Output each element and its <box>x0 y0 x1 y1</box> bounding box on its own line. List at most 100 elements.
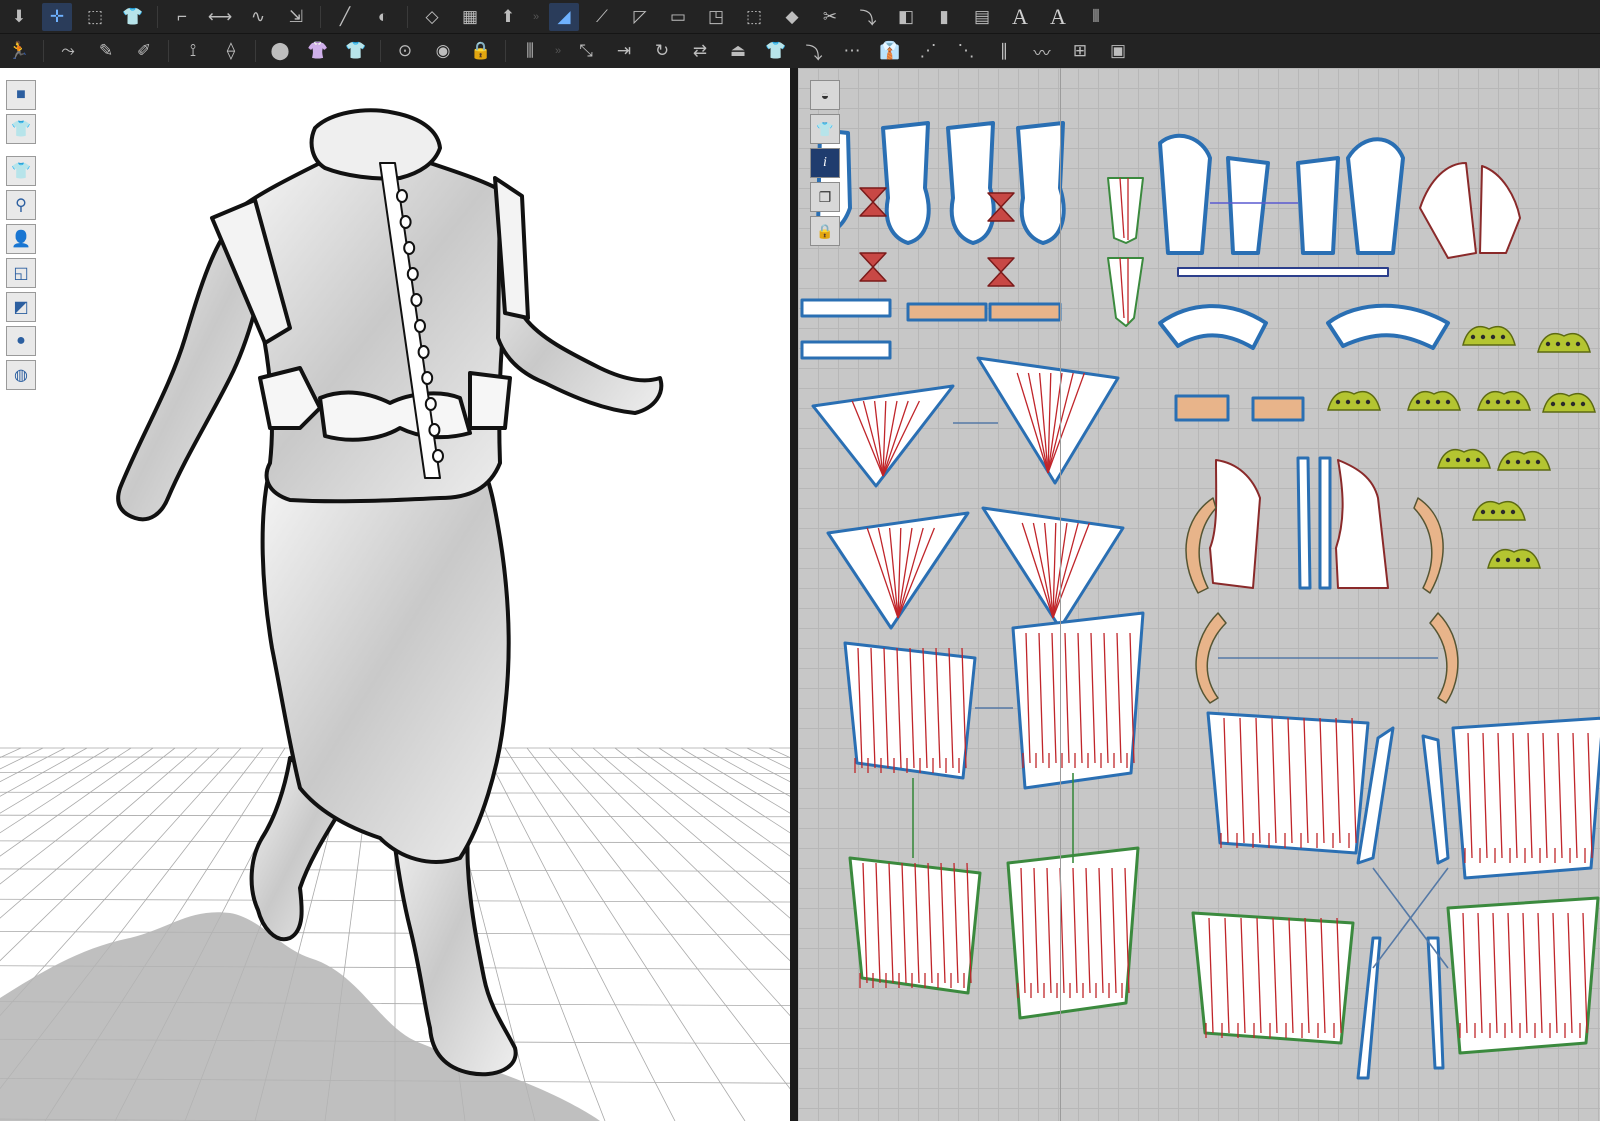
iron-icon[interactable]: ⏏ <box>723 37 753 65</box>
frog-closure-piece[interactable] <box>1537 332 1591 353</box>
placket-piece[interactable] <box>1296 456 1312 590</box>
shape-icon[interactable]: ◩ <box>6 292 36 322</box>
node-edit-icon[interactable]: ⟋ <box>587 3 617 31</box>
cut-icon[interactable]: ✂ <box>815 3 845 31</box>
sleeve-cap-piece[interactable] <box>1413 497 1444 594</box>
zipper-icon[interactable]: ⫼ <box>515 37 545 65</box>
button-tool-icon[interactable]: ⬤ <box>265 37 295 65</box>
shirt-4-icon[interactable]: 👔 <box>875 37 905 65</box>
tack-icon[interactable]: ⟟ <box>178 37 208 65</box>
frog-closure-piece[interactable] <box>1437 448 1491 469</box>
frog-closure-piece[interactable] <box>1487 548 1541 569</box>
eye-icon[interactable]: ◒ <box>810 80 840 110</box>
select-icon[interactable]: ⬚ <box>80 3 110 31</box>
waistband-piece[interactable] <box>906 302 988 322</box>
shirt-pattern-icon[interactable]: 👕 <box>810 114 840 144</box>
fold-arrange-icon[interactable]: ⤵ <box>799 37 829 65</box>
breech-panel[interactable] <box>1446 896 1600 1055</box>
toolbar-overflow-chevron[interactable]: » <box>527 11 545 23</box>
sleeve-piece[interactable] <box>1226 156 1270 255</box>
seam-line-icon[interactable]: ⋯ <box>837 37 867 65</box>
frog-closure-piece[interactable] <box>1407 390 1461 411</box>
pages-icon[interactable]: ❐ <box>810 182 840 212</box>
breech-panel[interactable] <box>1011 611 1145 790</box>
globe-icon[interactable]: ◍ <box>6 360 36 390</box>
shirt-3-icon[interactable]: 👕 <box>761 37 791 65</box>
avatar-icon[interactable]: 👤 <box>6 224 36 254</box>
curve-icon[interactable]: ∿ <box>243 3 273 31</box>
avatar-walk-icon[interactable]: 🏃 <box>4 37 34 65</box>
viewport-divider[interactable] <box>790 68 798 1121</box>
rotate-icon[interactable]: ↻ <box>647 37 677 65</box>
band-piece[interactable] <box>800 298 892 318</box>
stretch-icon[interactable]: ⇲ <box>281 3 311 31</box>
button-icon[interactable]: ◉ <box>428 37 458 65</box>
ruffle-fan-piece[interactable] <box>811 384 955 488</box>
tack-2-icon[interactable]: ⟠ <box>216 37 246 65</box>
sleeve-piece[interactable] <box>1346 137 1405 255</box>
avatar-orange-icon[interactable]: ● <box>6 326 36 356</box>
sleeve-piece[interactable] <box>1296 156 1340 255</box>
shirt-layout-icon[interactable]: ▦ <box>455 3 485 31</box>
sewing-2-icon[interactable]: ✎ <box>91 37 121 65</box>
shirt-tack-icon[interactable]: 👚 <box>303 37 333 65</box>
transform-icon[interactable]: ⤡ <box>571 37 601 65</box>
ruffle-fan-piece[interactable] <box>981 506 1125 630</box>
gusset-piece[interactable] <box>1107 257 1144 327</box>
measure-icon[interactable]: ⟷ <box>205 3 235 31</box>
corner-icon[interactable]: ◳ <box>701 3 731 31</box>
collar-piece[interactable] <box>1326 303 1450 350</box>
sleeve-piece[interactable] <box>1158 133 1212 255</box>
cube-icon[interactable]: ■ <box>6 80 36 110</box>
spin-icon[interactable]: ◐ <box>368 3 398 31</box>
text-a-icon[interactable]: A <box>1005 3 1035 31</box>
ruffle-fan-piece[interactable] <box>826 511 970 630</box>
lens-piece[interactable] <box>1356 936 1382 1080</box>
rect-icon[interactable]: ▭ <box>663 3 693 31</box>
frog-closure-piece[interactable] <box>1477 390 1531 411</box>
wave-icon[interactable]: 〰 <box>1027 37 1057 65</box>
sewing-1-icon[interactable]: ⤳ <box>53 37 83 65</box>
segment-tool-icon[interactable]: ⌐ <box>167 3 197 31</box>
sleeve-piece-lining[interactable] <box>1479 165 1521 254</box>
lock-pattern-icon[interactable]: 🔒 <box>810 216 840 246</box>
breech-panel[interactable] <box>1206 711 1370 855</box>
stocking-piece[interactable] <box>946 121 996 245</box>
toolbar-overflow-chevron[interactable]: » <box>549 45 567 57</box>
bodice-front-right[interactable] <box>1335 459 1389 589</box>
puckering-icon[interactable]: ⊞ <box>1065 37 1095 65</box>
texture-icon[interactable]: ◱ <box>6 258 36 288</box>
frog-closure-piece[interactable] <box>1542 392 1596 413</box>
bow-tie-piece[interactable] <box>859 252 887 282</box>
elastic-icon[interactable]: ∥ <box>989 37 1019 65</box>
move-icon[interactable]: ✛ <box>42 2 72 31</box>
lines-icon[interactable]: ⦀ <box>1081 3 1111 31</box>
select-pattern-icon[interactable]: ◇ <box>417 3 447 31</box>
hook-icon[interactable]: ⤵ <box>853 3 883 31</box>
lens-piece[interactable] <box>1421 734 1450 865</box>
gusset-piece[interactable] <box>1107 177 1144 244</box>
cuff-piece[interactable] <box>1251 396 1305 422</box>
polygon-icon[interactable]: ◸ <box>625 3 655 31</box>
3d-viewport[interactable]: ■ 👕 👕 ⚲ 👤 ◱ ◩ ● ◍ <box>0 68 790 1121</box>
breech-panel[interactable] <box>1191 911 1355 1045</box>
breech-panel[interactable] <box>843 641 977 780</box>
sleeve-piece-lining[interactable] <box>1419 162 1477 259</box>
breech-panel[interactable] <box>1006 846 1140 1020</box>
avatar-skeleton-icon[interactable]: ⚲ <box>6 190 36 220</box>
topstitch-icon[interactable]: ⋰ <box>913 37 943 65</box>
breech-panel[interactable] <box>1451 716 1600 880</box>
frog-closure-piece[interactable] <box>1497 450 1551 471</box>
ruler-icon[interactable]: ▮ <box>929 3 959 31</box>
stocking-piece[interactable] <box>1016 121 1066 245</box>
flip-icon[interactable]: ⇄ <box>685 37 715 65</box>
bow-tie-piece[interactable] <box>987 257 1015 287</box>
bodice-front-left[interactable] <box>1209 459 1261 589</box>
lock-icon[interactable]: 🔒 <box>466 37 496 65</box>
download-icon[interactable]: ⬇ <box>4 3 34 31</box>
fill-select-icon[interactable]: ◢ <box>549 2 579 31</box>
garment-view-icon[interactable]: 👕 <box>6 114 36 144</box>
gift-icon[interactable]: ▣ <box>1103 37 1133 65</box>
frog-closure-piece[interactable] <box>1327 390 1381 411</box>
stocking-piece[interactable] <box>881 121 931 245</box>
